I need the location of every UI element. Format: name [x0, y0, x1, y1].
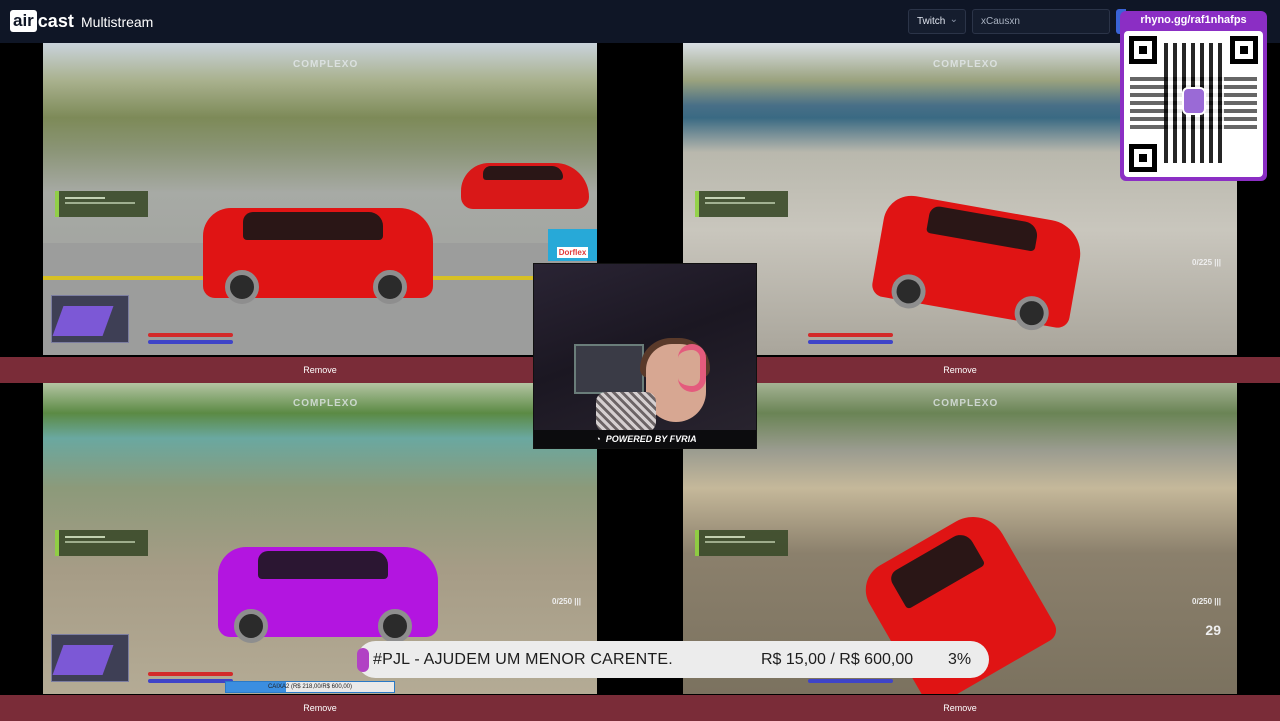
- donation-amount: R$ 15,00 / R$ 600,00: [761, 651, 914, 668]
- armor-bar: [808, 679, 893, 683]
- qr-code-image: [1124, 31, 1263, 177]
- game-notification: [55, 191, 148, 217]
- health-bar: [148, 672, 233, 676]
- goal-text: CAIXA2 (R$ 218,00/R$ 600,00): [267, 684, 353, 690]
- armor-bar: [148, 340, 233, 344]
- health-bar: [808, 333, 893, 337]
- channel-input[interactable]: xCausxn: [972, 9, 1110, 34]
- qr-url: rhyno.gg/raf1nhafps: [1140, 14, 1247, 26]
- goal-progress-bar: CAIXA2 (R$ 218,00/R$ 600,00): [225, 681, 395, 693]
- car-red-secondary: [461, 163, 589, 209]
- remove-button-3[interactable]: Remove: [0, 695, 640, 721]
- car-purple: [218, 547, 438, 643]
- donation-message: #PJL - AJUDEM UM MENOR CARENTE.: [373, 651, 673, 668]
- donation-accent: [357, 648, 369, 672]
- page-title: Multistream: [81, 14, 154, 30]
- qr-code-widget: rhyno.gg/raf1nhafps: [1120, 11, 1267, 181]
- armor-bar: [808, 340, 893, 344]
- fvria-logo-icon: ◔: [595, 434, 601, 444]
- logo-air: air: [10, 10, 37, 32]
- pc-case: [574, 344, 644, 394]
- minimap: [51, 295, 129, 343]
- chevron-down-icon: ⌄: [949, 14, 958, 25]
- health-bar: [148, 333, 233, 337]
- top-bar: air cast Multistream Twitch ⌄ xCausxn: [0, 0, 1280, 43]
- powered-by-text: POWERED BY FVRIA: [605, 434, 697, 444]
- aircast-logo[interactable]: air cast: [10, 9, 74, 33]
- mascot-icon: [1182, 87, 1206, 115]
- car-red: [203, 208, 433, 304]
- stream-panel-1: COMPLEXO: [43, 43, 597, 355]
- powered-by-banner: ◔ POWERED BY FVRIA: [534, 430, 756, 448]
- stream-watermark: COMPLEXO: [293, 398, 359, 409]
- armor-bar: [148, 679, 233, 683]
- donation-percent: 3%: [948, 651, 972, 668]
- stream-watermark: COMPLEXO: [933, 59, 999, 70]
- speedometer: 0/225 |||: [1192, 258, 1221, 267]
- headphones: [678, 344, 706, 392]
- game-notification: [695, 191, 788, 217]
- remove-button-4[interactable]: Remove: [640, 695, 1280, 721]
- minimap: [51, 634, 129, 682]
- speedometer: 0/250 |||: [1192, 597, 1221, 606]
- logo-cast: cast: [37, 10, 74, 31]
- gear-indicator: 29: [1205, 622, 1221, 638]
- webcam-overlay: ◔ POWERED BY FVRIA: [533, 263, 757, 449]
- sponsor-badge: Dorflex: [548, 229, 597, 261]
- platform-select-value: Twitch: [917, 16, 946, 27]
- stream-watermark: COMPLEXO: [933, 398, 999, 409]
- donation-goal-banner: #PJL - AJUDEM UM MENOR CARENTE. R$ 15,00…: [357, 641, 989, 678]
- car-red: [870, 191, 1086, 333]
- streamer-hand: [596, 392, 656, 432]
- sponsor-label: Dorflex: [556, 247, 589, 258]
- stream-watermark: COMPLEXO: [293, 59, 359, 70]
- speedometer: 0/250 |||: [552, 597, 581, 606]
- game-notification: [55, 530, 148, 556]
- platform-select[interactable]: Twitch ⌄: [908, 9, 966, 34]
- game-notification: [695, 530, 788, 556]
